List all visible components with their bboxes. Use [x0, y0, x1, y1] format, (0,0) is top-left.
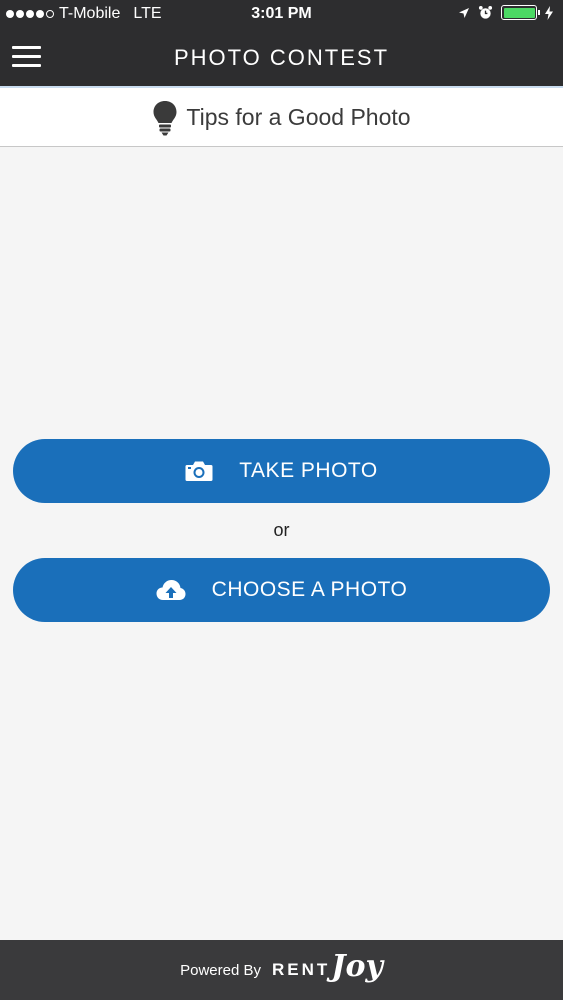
battery-icon: [501, 5, 540, 20]
choose-photo-button[interactable]: CHOOSE A PHOTO: [13, 558, 550, 622]
tips-button[interactable]: Tips for a Good Photo: [0, 86, 563, 147]
page-title: PHOTO CONTEST: [173, 45, 390, 70]
take-photo-label: TAKE PHOTO: [239, 459, 378, 482]
navigation-bar: PHOTO CONTEST: [0, 30, 563, 86]
choose-photo-label: CHOOSE A PHOTO: [211, 578, 408, 601]
cloud-upload-icon: [156, 579, 186, 601]
tips-label: Tips for a Good Photo: [186, 103, 411, 130]
status-bar: T-Mobile LTE 3:01 PM: [0, 0, 563, 30]
alarm-icon: [478, 5, 493, 19]
or-separator: or: [273, 520, 290, 540]
lightbulb-icon: [153, 101, 177, 136]
camera-icon: [185, 460, 213, 482]
location-arrow-icon: [459, 7, 469, 18]
battery-level: [503, 7, 535, 18]
charging-bolt-icon: [545, 5, 553, 20]
brand-logo-joy: Joy: [331, 948, 383, 984]
top-bar: T-Mobile LTE 3:01 PM PHOTO CONTEST: [0, 0, 563, 86]
take-photo-button[interactable]: TAKE PHOTO: [13, 439, 550, 503]
brand-logo-rent: RENT: [271, 960, 331, 979]
powered-by-text: Powered By: [180, 961, 261, 979]
footer: Powered By RENT Joy: [0, 940, 563, 1000]
status-right: [458, 5, 553, 20]
